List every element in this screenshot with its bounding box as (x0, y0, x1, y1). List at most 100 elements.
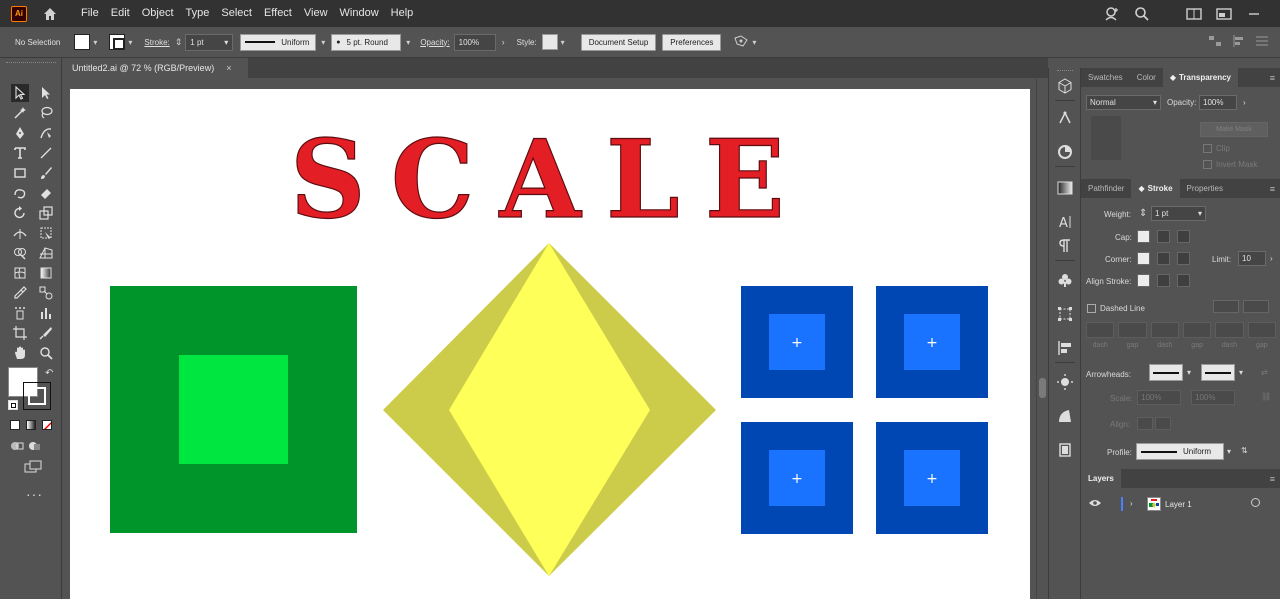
panel-menu-icon[interactable]: ≡ (1270, 73, 1275, 83)
yellow-inner-diamond[interactable] (449, 243, 650, 576)
tab-layers[interactable]: Layers (1081, 469, 1121, 488)
draw-behind-icon[interactable] (28, 440, 42, 454)
round-join-icon[interactable] (1157, 252, 1170, 265)
stroke-weight-field[interactable]: 1 pt ▾ (185, 33, 234, 51)
invert-mask-checkbox[interactable] (1203, 160, 1212, 169)
chevron-right-icon[interactable]: › (1270, 254, 1273, 263)
variable-width-profile[interactable]: Uniform (240, 33, 317, 51)
menu-window[interactable]: Window (334, 0, 385, 27)
shaper-tool-icon[interactable] (11, 184, 29, 202)
artboard-tool-icon[interactable] (11, 324, 29, 342)
search-icon[interactable] (1134, 6, 1150, 22)
gap-field[interactable] (1118, 322, 1147, 338)
blend-mode-select[interactable]: Normal ▾ (1086, 95, 1161, 110)
home-icon[interactable] (41, 5, 59, 23)
close-tab-icon[interactable]: × (226, 63, 231, 73)
minimize-icon[interactable] (1246, 6, 1262, 22)
stepper-icon[interactable]: ⇕ (175, 37, 183, 48)
magic-wand-tool-icon[interactable] (11, 104, 29, 122)
chevron-down-icon[interactable]: ▾ (1239, 368, 1243, 377)
width-tool-icon[interactable] (11, 224, 29, 242)
column-graph-tool-icon[interactable] (37, 304, 55, 322)
color-guide-icon[interactable] (1057, 144, 1073, 160)
link-scale-icon[interactable]: ⛓ (1261, 392, 1271, 401)
line-segment-tool-icon[interactable] (37, 144, 55, 162)
free-transform-tool-icon[interactable] (37, 224, 55, 242)
align-inside-icon[interactable] (1157, 274, 1170, 287)
align-outside-icon[interactable] (1177, 274, 1190, 287)
chevron-right-icon[interactable]: › (1243, 98, 1246, 107)
chevron-right-icon[interactable]: › (502, 37, 505, 47)
menu-effect[interactable]: Effect (258, 0, 298, 27)
flip-profile-icon[interactable]: ⇅ (1241, 446, 1248, 455)
appearance-panel-icon[interactable] (1057, 374, 1073, 390)
align-center-icon[interactable] (1137, 274, 1150, 287)
clip-checkbox[interactable] (1203, 144, 1212, 153)
align-panel-icon[interactable] (1057, 340, 1073, 356)
tab-transparency[interactable]: ◆ Transparency (1162, 68, 1238, 87)
hand-tool-icon[interactable] (11, 344, 29, 362)
chevron-down-icon[interactable]: ▾ (128, 38, 132, 47)
gap-field[interactable] (1182, 322, 1212, 338)
menu-help[interactable]: Help (385, 0, 420, 27)
menu-edit[interactable]: Edit (105, 0, 136, 27)
arrow-extend-icon[interactable] (1137, 417, 1153, 430)
gap-field[interactable] (1247, 322, 1276, 338)
panel-menu-icon[interactable]: ≡ (1270, 184, 1275, 194)
chevron-down-icon[interactable]: ▾ (321, 38, 325, 47)
stroke-color-box[interactable] (23, 382, 51, 410)
miter-join-icon[interactable] (1137, 252, 1150, 265)
screen-mode-icon[interactable] (24, 460, 42, 476)
tab-properties[interactable]: Properties (1180, 179, 1230, 198)
stroke-weight-input[interactable]: 1 pt ▾ (1151, 206, 1206, 221)
dash-field[interactable] (1150, 322, 1179, 338)
workspace-icon[interactable] (1186, 6, 1202, 22)
lasso-tool-icon[interactable] (37, 104, 55, 122)
width-profile-select[interactable]: Uniform (1136, 443, 1224, 460)
preferences-button[interactable]: Preferences (662, 33, 722, 51)
eraser-tool-icon[interactable] (37, 184, 55, 202)
menu-select[interactable]: Select (215, 0, 258, 27)
character-panel-icon[interactable]: A (1057, 214, 1073, 230)
stroke-swatch[interactable] (109, 34, 126, 50)
document-setup-button[interactable]: Document Setup (580, 33, 657, 51)
default-colors-icon[interactable] (8, 400, 18, 410)
paintbrush-tool-icon[interactable] (37, 164, 55, 182)
slice-tool-icon[interactable] (37, 324, 55, 342)
curvature-tool-icon[interactable] (37, 124, 55, 142)
stepper-icon[interactable]: ⇕ (1139, 208, 1147, 219)
chevron-down-icon[interactable]: ▾ (93, 38, 97, 47)
opacity-label[interactable]: Opacity: (420, 38, 449, 47)
share-user-icon[interactable] (1104, 6, 1120, 22)
color-mode-icon[interactable] (10, 420, 20, 430)
butt-cap-icon[interactable] (1137, 230, 1150, 243)
start-arrowhead-select[interactable] (1149, 364, 1183, 381)
layer-target-icon[interactable] (1251, 498, 1260, 507)
dash-field[interactable] (1086, 322, 1115, 338)
panel-menu-icon[interactable]: ≡ (1270, 474, 1275, 484)
align-icon[interactable] (1208, 35, 1222, 49)
arrange-icon[interactable] (1216, 6, 1232, 22)
blend-tool-icon[interactable] (37, 284, 55, 302)
zoom-tool-icon[interactable] (37, 344, 55, 362)
scale-title-text[interactable]: SCALE (289, 116, 810, 243)
artboards-panel-icon[interactable] (1057, 442, 1073, 458)
transparency-opacity-field[interactable]: 100% (1199, 95, 1237, 110)
menu-object[interactable]: Object (136, 0, 180, 27)
panel-grip[interactable] (1057, 70, 1073, 73)
stroke-label[interactable]: Stroke: (144, 38, 169, 47)
tab-swatches[interactable]: Swatches (1081, 68, 1130, 87)
artboard[interactable]: SCALE + + + + (70, 89, 1030, 599)
gradient-tool-icon[interactable] (37, 264, 55, 282)
dash-field[interactable] (1215, 322, 1244, 338)
type-tool-icon[interactable] (11, 144, 29, 162)
make-mask-button[interactable]: Make Mask (1200, 122, 1268, 137)
opacity-field[interactable]: 100% (453, 33, 496, 51)
symbols-panel-icon[interactable] (1057, 272, 1073, 288)
eyedropper-tool-icon[interactable] (11, 284, 29, 302)
scale-tool-icon[interactable] (37, 204, 55, 222)
bevel-join-icon[interactable] (1177, 252, 1190, 265)
gradient-mode-icon[interactable] (26, 420, 36, 430)
gradient-panel-icon[interactable] (1057, 180, 1073, 196)
chevron-down-icon[interactable]: ▾ (406, 38, 410, 47)
